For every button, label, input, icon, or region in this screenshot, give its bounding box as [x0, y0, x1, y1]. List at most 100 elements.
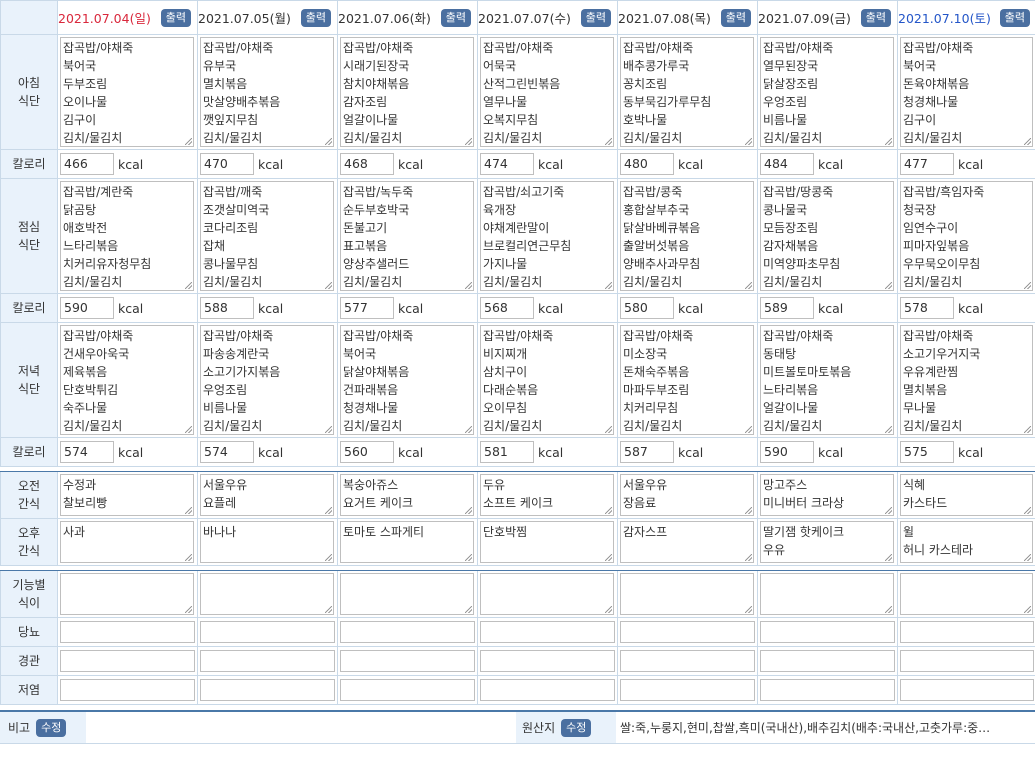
calorie-input[interactable]: 581: [480, 441, 534, 463]
tube-input[interactable]: [620, 650, 755, 672]
calorie-input[interactable]: 587: [620, 441, 674, 463]
calorie-input[interactable]: 574: [200, 441, 254, 463]
menu-item: 잡곡밥/야채죽: [483, 329, 554, 343]
am_snack-textarea[interactable]: 서울우유 요플레: [200, 474, 334, 516]
breakfast-menu-textarea[interactable]: 잡곡밥/야채죽 배추콩가루국 꽁치조림 동부묵김가루무침 호박나물 김치/물김치: [620, 37, 754, 147]
calorie-input[interactable]: 589: [760, 297, 814, 319]
print-button[interactable]: 출력: [999, 8, 1030, 27]
calorie-input[interactable]: 577: [340, 297, 394, 319]
tube-input[interactable]: [60, 650, 195, 672]
print-button[interactable]: 출력: [440, 8, 471, 27]
low_salt-input[interactable]: [900, 679, 1034, 701]
breakfast-menu-textarea[interactable]: 잡곡밥/야채죽 북어국 돈육야채볶음 청경채나물 김구이 김치/물김치: [900, 37, 1033, 147]
breakfast-cell: 잡곡밥/야채죽 배추콩가루국 꽁치조림 동부묵김가루무침 호박나물 김치/물김치: [617, 34, 758, 150]
breakfast-menu-textarea[interactable]: 잡곡밥/야채죽 열무된장국 닭살장조림 우엉조림 비름나물 김치/물김치: [760, 37, 894, 147]
diabetes-input[interactable]: [760, 621, 895, 643]
calorie-input[interactable]: 480: [620, 153, 674, 175]
print-button[interactable]: 출력: [860, 8, 891, 27]
lunch-menu-textarea[interactable]: 잡곡밥/녹두죽 순두부호박국 돈불고기 표고볶음 양상추샐러드 김치/물김치: [340, 181, 474, 291]
functional-textarea[interactable]: [200, 573, 334, 615]
am_snack-textarea[interactable]: 복숭아쥬스 요거트 케이크: [340, 474, 474, 516]
calorie-input[interactable]: 575: [900, 441, 954, 463]
am_snack-textarea[interactable]: 망고주스 미니버터 크라상: [760, 474, 894, 516]
low_salt-input[interactable]: [480, 679, 615, 701]
am_snack-textarea[interactable]: 수정과 찰보리빵: [60, 474, 194, 516]
functional-textarea[interactable]: [760, 573, 894, 615]
low_salt-input[interactable]: [340, 679, 475, 701]
diabetes-input[interactable]: [620, 621, 755, 643]
low_salt-input[interactable]: [200, 679, 335, 701]
print-button[interactable]: 출력: [300, 8, 331, 27]
breakfast-menu-textarea[interactable]: 잡곡밥/야채죽 시래기된장국 참치야채볶음 감자조림 얼갈이나물 김치/물김치: [340, 37, 474, 147]
calorie-input[interactable]: 470: [200, 153, 254, 175]
pm_snack-textarea[interactable]: 윌 허니 카스테라: [900, 521, 1033, 563]
dinner-menu-textarea[interactable]: 잡곡밥/야채죽 소고기우거지국 우유계란찜 멸치볶음 무나물 김치/물김치: [900, 325, 1033, 435]
pm_snack-label-line: 오후: [17, 526, 41, 540]
breakfast-menu-textarea[interactable]: 잡곡밥/야채죽 유부국 멸치볶음 맛살양배추볶음 깻잎지무침 김치/물김치: [200, 37, 334, 147]
dinner-menu-textarea[interactable]: 잡곡밥/야채죽 파송송계란국 소고기가지볶음 우엉조림 비름나물 김치/물김치: [200, 325, 334, 435]
print-button[interactable]: 출력: [580, 8, 611, 27]
am_snack-textarea[interactable]: 두유 소프트 케이크: [480, 474, 614, 516]
pm_snack-textarea[interactable]: 딸기잼 핫케이크 우유: [760, 521, 894, 563]
menu-item: 김구이: [903, 113, 937, 127]
tube-input[interactable]: [900, 650, 1034, 672]
origin-edit-button[interactable]: 수정: [561, 718, 592, 737]
calorie-input[interactable]: 484: [760, 153, 814, 175]
calorie-input[interactable]: 568: [480, 297, 534, 319]
dinner-menu-textarea[interactable]: 잡곡밥/야채죽 동태탕 미트볼토마토볶음 느타리볶음 얼갈이나물 김치/물김치: [760, 325, 894, 435]
lunch-menu-textarea[interactable]: 잡곡밥/쇠고기죽 육개장 야채계란말이 브로컬리연근무침 가지나물 김치/물김치: [480, 181, 614, 291]
calorie-input[interactable]: 580: [620, 297, 674, 319]
dinner-menu-textarea[interactable]: 잡곡밥/야채죽 미소장국 돈채숙주볶음 마파두부조림 치커리무침 김치/물김치: [620, 325, 754, 435]
functional-textarea[interactable]: [340, 573, 474, 615]
pm_snack-textarea[interactable]: 사과: [60, 521, 194, 563]
dinner-menu-textarea[interactable]: 잡곡밥/야채죽 북어국 닭살야채볶음 건파래볶음 청경채나물 김치/물김치: [340, 325, 474, 435]
functional-textarea[interactable]: [900, 573, 1033, 615]
pm_snack-textarea[interactable]: 단호박찜: [480, 521, 614, 563]
am_snack-textarea[interactable]: 서울우유 장음료: [620, 474, 754, 516]
tube-input[interactable]: [480, 650, 615, 672]
lunch-menu-textarea[interactable]: 잡곡밥/계란죽 닭곰탕 애호박전 느타리볶음 치커리유자청무침 김치/물김치: [60, 181, 194, 291]
dinner-menu-textarea[interactable]: 잡곡밥/야채죽 비지찌개 삼치구이 다래순볶음 오이무침 김치/물김치: [480, 325, 614, 435]
calorie-input[interactable]: 578: [900, 297, 954, 319]
diabetes-cell: [477, 617, 618, 647]
pm_snack-textarea[interactable]: 바나나: [200, 521, 334, 563]
calorie-input[interactable]: 590: [760, 441, 814, 463]
calorie-input[interactable]: 468: [340, 153, 394, 175]
tube-input[interactable]: [340, 650, 475, 672]
functional-textarea[interactable]: [480, 573, 614, 615]
print-button[interactable]: 출력: [160, 8, 191, 27]
diabetes-input[interactable]: [900, 621, 1034, 643]
functional-textarea[interactable]: [60, 573, 194, 615]
lunch-menu-textarea[interactable]: 잡곡밥/콩죽 홍합살부추국 닭살바베큐볶음 출알버섯볶음 양배추사과무침 김치/물김치: [620, 181, 754, 291]
am_snack-textarea[interactable]: 식혜 카스타드: [900, 474, 1033, 516]
calorie-input[interactable]: 466: [60, 153, 114, 175]
dinner-menu-textarea[interactable]: 잡곡밥/야채죽 건새우아욱국 제육볶음 단호박튀김 숙주나물 김치/물김치: [60, 325, 194, 435]
calorie-input[interactable]: 588: [200, 297, 254, 319]
diabetes-input[interactable]: [480, 621, 615, 643]
pm_snack-textarea[interactable]: 토마토 스파게티: [340, 521, 474, 563]
lunch-menu-textarea[interactable]: 잡곡밥/흑임자죽 청국장 임연수구이 피마자잎볶음 우무묵오이무침 김치/물김치: [900, 181, 1033, 291]
calorie-input[interactable]: 474: [480, 153, 534, 175]
calorie-input[interactable]: 574: [60, 441, 114, 463]
functional-textarea[interactable]: [620, 573, 754, 615]
diabetes-input[interactable]: [60, 621, 195, 643]
calorie-input[interactable]: 590: [60, 297, 114, 319]
tube-input[interactable]: [200, 650, 335, 672]
breakfast-menu-textarea[interactable]: 잡곡밥/야채죽 어묵국 산적그린빈볶음 열무나물 오복지무침 김치/물김치: [480, 37, 614, 147]
functional-cell: [757, 570, 898, 618]
day-date: 2021.07.09(금): [758, 11, 851, 26]
low_salt-input[interactable]: [60, 679, 195, 701]
pm_snack-textarea[interactable]: 감자스프: [620, 521, 754, 563]
low_salt-input[interactable]: [620, 679, 755, 701]
diabetes-input[interactable]: [340, 621, 475, 643]
print-button[interactable]: 출력: [720, 8, 751, 27]
tube-input[interactable]: [760, 650, 895, 672]
lunch-menu-textarea[interactable]: 잡곡밥/깨죽 조갯살미역국 코다리조림 잡채 콩나물무침 김치/물김치: [200, 181, 334, 291]
low_salt-input[interactable]: [760, 679, 895, 701]
lunch-menu-textarea[interactable]: 잡곡밥/땅콩죽 콩나물국 모듬장조림 감자채볶음 미역양파초무침 김치/물김치: [760, 181, 894, 291]
diabetes-input[interactable]: [200, 621, 335, 643]
remarks-edit-button[interactable]: 수정: [36, 718, 67, 737]
calorie-input[interactable]: 560: [340, 441, 394, 463]
calorie-input[interactable]: 477: [900, 153, 954, 175]
breakfast-menu-textarea[interactable]: 잡곡밥/야채죽 북어국 두부조림 오이나물 김구이 김치/물김치: [60, 37, 194, 147]
